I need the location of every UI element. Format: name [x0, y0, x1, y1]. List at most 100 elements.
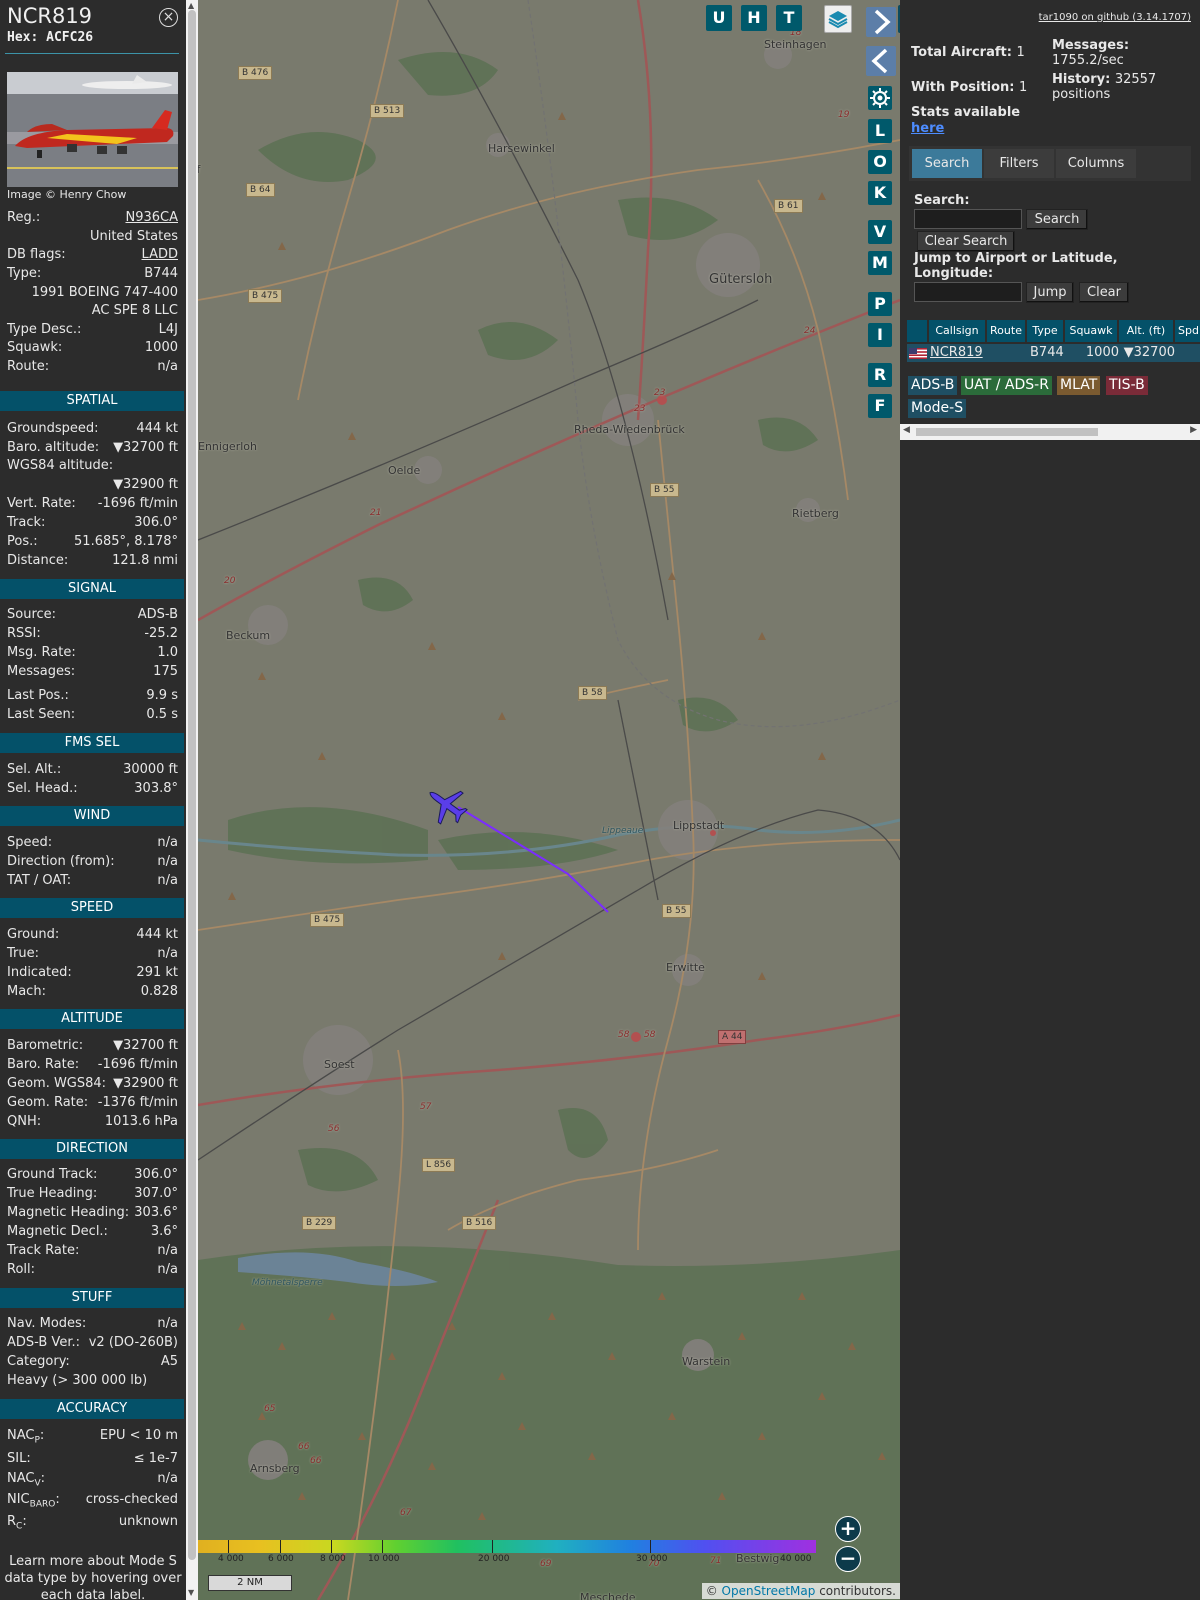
history-label: History: [1052, 72, 1111, 87]
map-button-u[interactable]: U [706, 5, 732, 31]
reg-row: Reg.: N936CA [7, 209, 178, 227]
selected-callsign: NCR819 [7, 4, 93, 28]
map-button-f[interactable]: F [868, 394, 892, 418]
town-harsewinkel: Harsewinkel [488, 142, 555, 155]
msg-rate-row: Msg. Rate: 1.0 [7, 644, 178, 662]
close-icon[interactable]: × [159, 8, 178, 27]
layers-button[interactable] [824, 5, 852, 33]
tab-columns[interactable]: Columns [1056, 149, 1136, 178]
search-input[interactable] [914, 209, 1022, 229]
map-button-o[interactable]: O [868, 150, 892, 174]
ground-speed-value: 444 kt [136, 927, 178, 942]
table-horizontal-scrollbar[interactable]: ◀ ▶ [900, 424, 1200, 440]
jump-input[interactable] [914, 282, 1022, 302]
clear-jump-button[interactable]: Clear [1079, 282, 1129, 303]
section-fms: FMS SEL [0, 733, 184, 753]
map-button-i[interactable]: I [868, 323, 892, 347]
lake-moehne: Möhnetalsperre [252, 1278, 323, 1288]
map-view[interactable]: Steinhagen Harsewinkel Gütersloh Rheda-W… [198, 0, 900, 1600]
tab-filters[interactable]: Filters [984, 149, 1054, 178]
openstreetmap-link[interactable]: OpenStreetMap [722, 1584, 816, 1598]
reg-link[interactable]: N936CA [125, 209, 178, 227]
settings-button[interactable] [868, 86, 892, 110]
map-button-t[interactable]: T [776, 5, 802, 31]
jump-button[interactable]: Jump [1026, 282, 1074, 303]
roadnum-66b: 66 [310, 1456, 322, 1466]
scroll-down-arrow-icon[interactable]: ▼ [188, 1588, 194, 1597]
town-guetersloh: Gütersloh [709, 272, 773, 287]
type-full: 1991 BOEING 747-400 [31, 285, 178, 300]
column-route[interactable]: Route [987, 320, 1026, 342]
scrollbar-thumb[interactable] [188, 10, 196, 1560]
mag-decl-value: 3.6° [150, 1224, 178, 1239]
scroll-right-arrow-icon[interactable]: ▶ [1190, 425, 1197, 435]
adsb-ver-label: ADS-B Ver.: [7, 1335, 80, 1350]
track-value: 306.0° [134, 515, 178, 530]
baro-rate-value: -1696 ft/min [97, 1057, 178, 1072]
reg-label: Reg.: [7, 210, 41, 225]
groundspeed-row: Groundspeed: 444 kt [7, 420, 178, 438]
groundspeed-label: Groundspeed: [7, 421, 99, 436]
column-type[interactable]: Type [1027, 320, 1064, 342]
true-speed-row: True: n/a [7, 945, 178, 963]
zoom-in-button[interactable]: + [835, 1516, 861, 1542]
table-row[interactable]: NCR819 B744 1000 ▼32700 [907, 344, 1200, 362]
roadnum-58b: 58 [644, 1030, 656, 1040]
info-panel-scrollbar[interactable]: ▲ ▼ [186, 0, 198, 1600]
map-button-l[interactable]: L [868, 119, 892, 143]
dbflags-row: DB flags: LADD [7, 246, 178, 264]
column-speed[interactable]: Spd [1175, 320, 1200, 342]
row-callsign[interactable]: NCR819 [930, 344, 983, 362]
map-button-m[interactable]: M [868, 251, 892, 275]
nacv-row: NACV: n/a [7, 1470, 178, 1489]
last-seen-row: Last Seen: 0.5 s [7, 706, 178, 724]
zoom-out-button[interactable]: − [835, 1546, 861, 1572]
town-bestwig: Bestwig [736, 1552, 780, 1565]
altitude-gradient [198, 1540, 816, 1553]
sel-alt-row: Sel. Alt.: 30000 ft [7, 761, 178, 779]
collapse-sidebar-button[interactable] [866, 46, 896, 76]
aircraft-icon[interactable] [424, 782, 470, 828]
source-badge-adsb[interactable]: ADS-B [908, 376, 958, 395]
column-altitude[interactable]: Alt. (ft) [1119, 320, 1174, 342]
search-button[interactable]: Search [1026, 209, 1088, 230]
dbflags-link[interactable]: LADD [142, 246, 178, 264]
column-callsign[interactable]: Callsign [929, 320, 986, 342]
aircraft-photo[interactable] [7, 72, 178, 187]
horizontal-scrollbar-thumb[interactable] [916, 428, 1098, 436]
expand-sidebar-button[interactable] [866, 7, 896, 37]
category-value: A5 [160, 1354, 178, 1369]
scroll-up-arrow-icon[interactable]: ▲ [188, 1, 194, 10]
tab-search[interactable]: Search [912, 149, 982, 178]
source-badge-tisb[interactable]: TIS-B [1106, 376, 1148, 395]
stats-here-link[interactable]: here [911, 121, 944, 136]
map-button-h[interactable]: H [741, 5, 767, 31]
map-button-v[interactable]: V [868, 220, 892, 244]
github-link[interactable]: tar1090 on github (3.14.1707) [1039, 12, 1191, 23]
scroll-left-arrow-icon[interactable]: ◀ [903, 425, 910, 435]
section-accuracy: ACCURACY [0, 1399, 184, 1419]
map-button-k[interactable]: K [868, 181, 892, 205]
map-button-p[interactable]: P [868, 292, 892, 316]
route-row: Route: n/a [7, 358, 178, 376]
wind-direction-value: n/a [157, 854, 178, 869]
true-speed-value: n/a [157, 946, 178, 961]
qnh-value: 1013.6 hPa [104, 1114, 178, 1129]
column-squawk[interactable]: Squawk [1065, 320, 1118, 342]
roadnum-65: 65 [264, 1404, 276, 1414]
history-value: 32557 [1114, 72, 1157, 87]
clear-search-button[interactable]: Clear Search [917, 231, 1015, 252]
sel-alt-label: Sel. Alt.: [7, 762, 62, 777]
rssi-value: -25.2 [144, 626, 178, 641]
source-badge-uat[interactable]: UAT / ADS-R [961, 376, 1052, 395]
sel-head-value: 303.8° [134, 781, 178, 796]
source-badge-modes[interactable]: Mode-S [908, 399, 967, 418]
legend-label: 4 000 [218, 1554, 244, 1564]
geom-rate-label: Geom. Rate: [7, 1095, 89, 1110]
row-altitude: ▼32700 [1123, 345, 1175, 360]
messages-stat-value: 1755.2/sec [1052, 53, 1124, 68]
map-button-r[interactable]: R [868, 363, 892, 387]
total-aircraft: Total Aircraft: 1 [911, 45, 1025, 60]
legend-tick [382, 1540, 383, 1553]
source-badge-mlat[interactable]: MLAT [1057, 376, 1101, 395]
